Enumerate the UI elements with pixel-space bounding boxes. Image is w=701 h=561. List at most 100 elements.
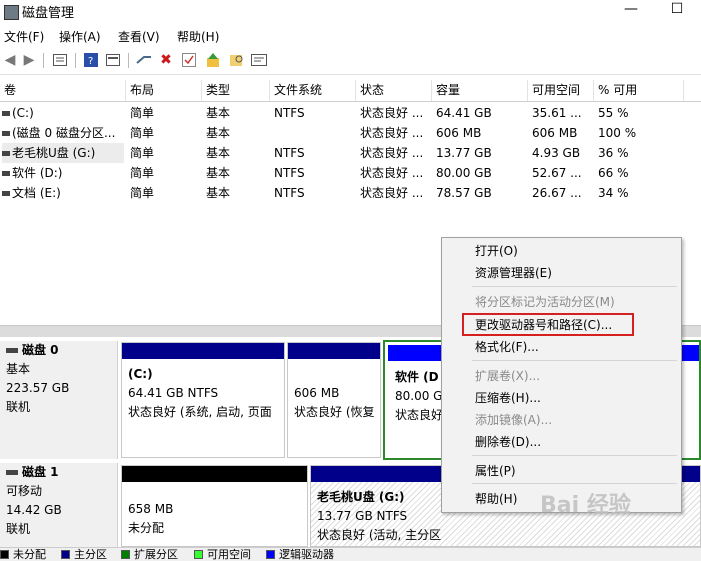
check-icon[interactable] xyxy=(181,52,197,68)
partition-bar xyxy=(288,343,380,359)
partition-size: 606 MB xyxy=(294,386,340,400)
col-type[interactable]: 类型 xyxy=(202,80,270,101)
help-icon[interactable]: ? xyxy=(83,52,99,68)
disk-0-info[interactable]: 磁盘 0 基本 223.57 GB 联机 xyxy=(0,341,118,459)
volume-name: (磁盘 0 磁盘分区... xyxy=(12,126,116,140)
disk-icon xyxy=(6,348,18,353)
table-row[interactable]: 软件 (D:) 简单 基本 NTFS 状态良好 ... 80.00 GB 52.… xyxy=(0,163,701,183)
layout-cell: 简单 xyxy=(130,106,155,120)
partition-status: 状态良好 (活动, 主分区 xyxy=(317,528,442,542)
volume-icon xyxy=(2,111,10,116)
menu-item-explorer[interactable]: 资源管理器(E) xyxy=(475,263,552,283)
table-row[interactable]: 文档 (E:) 简单 基本 NTFS 状态良好 ... 78.57 GB 26.… xyxy=(0,183,701,203)
menu-file[interactable]: 文件(F) xyxy=(4,28,44,45)
menu-separator xyxy=(472,483,677,484)
layout-cell: 简单 xyxy=(130,186,155,200)
legend-primary: 主分区 xyxy=(61,548,107,561)
context-menu: 打开(O) 资源管理器(E) 将分区标记为活动分区(M) 更改驱动器号和路径(C… xyxy=(441,237,682,513)
legend-bar: 未分配 主分区 扩展分区 可用空间 逻辑驱动器 xyxy=(0,547,701,561)
title-bar: 磁盘管理 — ☐ xyxy=(0,0,701,24)
capacity-cell: 64.41 GB xyxy=(436,106,492,120)
status-cell: 状态良好 ... xyxy=(360,106,424,120)
toolbar-separator xyxy=(75,53,76,68)
menu-bar: 文件(F) 操作(A) 查看(V) 帮助(H) xyxy=(0,26,701,46)
percent-cell: 34 % xyxy=(598,186,629,200)
properties-icon[interactable] xyxy=(251,52,267,68)
col-filesystem[interactable]: 文件系统 xyxy=(270,80,356,101)
menu-item-format[interactable]: 格式化(F)... xyxy=(475,337,539,357)
percent-cell: 100 % xyxy=(598,126,637,140)
filesystem-cell: NTFS xyxy=(274,106,305,120)
type-cell: 基本 xyxy=(206,106,231,120)
legend-extended: 扩展分区 xyxy=(121,548,178,561)
col-layout[interactable]: 布局 xyxy=(126,80,202,101)
maximize-button[interactable]: ☐ xyxy=(662,0,692,22)
delete-icon[interactable]: ✖ xyxy=(158,52,174,68)
list-icon[interactable] xyxy=(52,52,68,68)
capacity-cell: 13.77 GB xyxy=(436,146,492,160)
volume-name: 老毛桃U盘 (G:) xyxy=(12,146,96,160)
volume-name: 文档 (E:) xyxy=(12,186,61,200)
capacity-cell: 606 MB xyxy=(436,126,482,140)
col-percent-free[interactable]: % 可用 xyxy=(594,80,684,101)
menu-action[interactable]: 操作(A) xyxy=(59,28,101,45)
disk-management-icon xyxy=(4,5,19,20)
menu-item-help[interactable]: 帮助(H) xyxy=(475,489,517,509)
table-row[interactable]: (磁盘 0 磁盘分区... 简单 基本 状态良好 ... 606 MB 606 … xyxy=(0,123,701,143)
menu-item-shrink[interactable]: 压缩卷(H)... xyxy=(475,388,541,408)
col-capacity[interactable]: 容量 xyxy=(432,80,528,101)
menu-item-open[interactable]: 打开(O) xyxy=(475,241,518,261)
col-free[interactable]: 可用空间 xyxy=(528,80,594,101)
filesystem-cell: NTFS xyxy=(274,146,305,160)
minimize-button[interactable]: — xyxy=(616,0,646,22)
menu-item-delete[interactable]: 删除卷(D)... xyxy=(475,432,541,452)
type-cell: 基本 xyxy=(206,186,231,200)
table-row[interactable]: (C:) 简单 基本 NTFS 状态良好 ... 64.41 GB 35.61 … xyxy=(0,103,701,123)
back-icon[interactable]: ◀ xyxy=(2,52,18,68)
disk-1-info[interactable]: 磁盘 1 可移动 14.42 GB 联机 xyxy=(0,463,118,547)
menu-item-properties[interactable]: 属性(P) xyxy=(475,461,516,481)
volume-icon xyxy=(2,151,10,156)
volume-icon xyxy=(2,171,10,176)
free-cell: 26.67 ... xyxy=(532,186,582,200)
partition-c[interactable]: (C:) 64.41 GB NTFS 状态良好 (系统, 启动, 页面 xyxy=(121,342,285,458)
volume-icon xyxy=(2,191,10,196)
legend-unallocated: 未分配 xyxy=(0,548,46,561)
partition-label: (C:) xyxy=(128,367,153,381)
percent-cell: 66 % xyxy=(598,166,629,180)
menu-view[interactable]: 查看(V) xyxy=(118,28,160,45)
disk-icon xyxy=(6,470,18,475)
toolbar-separator xyxy=(128,53,129,68)
partition-bar xyxy=(122,343,284,359)
unallocated-space[interactable]: 658 MB 未分配 xyxy=(121,465,308,547)
partition-label xyxy=(294,365,378,384)
forward-icon[interactable]: ▶ xyxy=(21,52,37,68)
menu-help[interactable]: 帮助(H) xyxy=(177,28,219,45)
partition-status: 状态良好 (恢复 xyxy=(294,405,375,419)
status-cell: 状态良好 ... xyxy=(360,186,424,200)
layout-cell: 简单 xyxy=(130,166,155,180)
up-icon[interactable] xyxy=(205,52,221,68)
table-row[interactable]: 老毛桃U盘 (G:) 简单 基本 NTFS 状态良好 ... 13.77 GB … xyxy=(0,143,701,163)
menu-item-extend[interactable]: 扩展卷(X)... xyxy=(475,366,540,386)
menu-separator xyxy=(472,286,677,287)
volume-name: 软件 (D:) xyxy=(12,166,63,180)
type-cell: 基本 xyxy=(206,166,231,180)
percent-cell: 55 % xyxy=(598,106,629,120)
volume-name: (C:) xyxy=(12,106,34,120)
menu-item-mark-active[interactable]: 将分区标记为活动分区(M) xyxy=(475,292,615,312)
status-cell: 状态良好 ... xyxy=(360,126,424,140)
partition-size: 64.41 GB NTFS xyxy=(128,386,219,400)
connect-icon[interactable] xyxy=(136,52,152,68)
col-volume[interactable]: 卷 xyxy=(0,80,126,101)
menu-item-add-mirror[interactable]: 添加镜像(A)... xyxy=(475,410,552,430)
col-status[interactable]: 状态 xyxy=(356,80,432,101)
search-icon[interactable] xyxy=(229,52,245,68)
volume-icon xyxy=(2,131,10,136)
partition-recovery[interactable]: 606 MB 状态良好 (恢复 xyxy=(287,342,381,458)
view-icon[interactable] xyxy=(105,52,121,68)
free-cell: 35.61 ... xyxy=(532,106,582,120)
svg-text:?: ? xyxy=(88,56,93,67)
menu-separator xyxy=(472,455,677,456)
watermark: Bai 经验 xyxy=(540,493,631,518)
